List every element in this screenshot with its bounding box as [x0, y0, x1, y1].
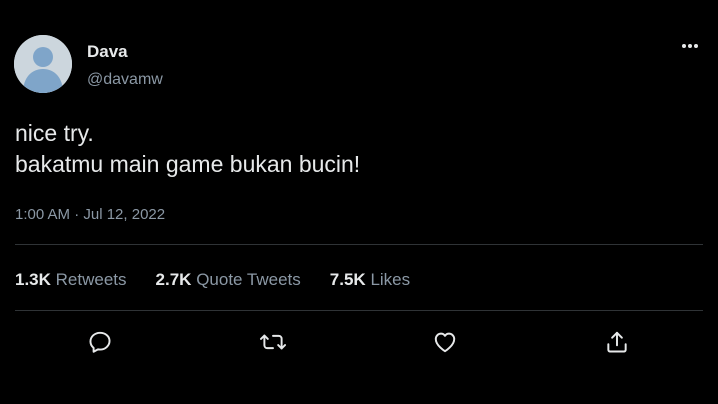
- quote-tweets-label: Quote Tweets: [196, 270, 301, 289]
- like-button[interactable]: [430, 327, 460, 357]
- reply-button[interactable]: [85, 327, 115, 357]
- likes-count: 7.5K: [329, 270, 366, 289]
- avatar[interactable]: [14, 35, 72, 93]
- tweet-text-line: bakatmu main game bukan bucin!: [15, 151, 361, 177]
- quote-tweets-count: 2.7K: [155, 270, 192, 289]
- divider: [15, 310, 703, 311]
- tweet-stats: 1.3K Retweets 2.7K Quote Tweets 7.5K Lik…: [15, 270, 410, 290]
- reply-icon: [89, 331, 111, 353]
- like-icon: [434, 332, 456, 353]
- retweets-label: Retweets: [55, 270, 127, 289]
- share-button[interactable]: [602, 327, 632, 357]
- author-name[interactable]: Dava: [87, 42, 128, 62]
- tweet-card: Dava @davamw nice try. bakatmu main game…: [0, 0, 718, 404]
- divider: [15, 244, 703, 245]
- likes-stat[interactable]: 7.5K Likes: [330, 270, 410, 290]
- author-handle[interactable]: @davamw: [87, 70, 163, 90]
- more-options-button[interactable]: [676, 36, 704, 56]
- retweets-count: 1.3K: [15, 270, 51, 289]
- default-avatar-icon: [14, 35, 72, 93]
- retweet-button[interactable]: [258, 327, 288, 357]
- more-icon: [682, 44, 698, 48]
- tweet-timestamp[interactable]: 1:00 AM · Jul 12, 2022: [15, 206, 165, 224]
- share-icon: [607, 331, 627, 353]
- tweet-text-line: nice try.: [15, 120, 94, 146]
- retweets-stat[interactable]: 1.3K Retweets: [15, 270, 127, 290]
- retweet-icon: [259, 334, 287, 350]
- quote-tweets-stat[interactable]: 2.7K Quote Tweets: [156, 270, 301, 290]
- tweet-text: nice try. bakatmu main game bukan bucin!: [15, 118, 360, 180]
- likes-label: Likes: [370, 270, 411, 289]
